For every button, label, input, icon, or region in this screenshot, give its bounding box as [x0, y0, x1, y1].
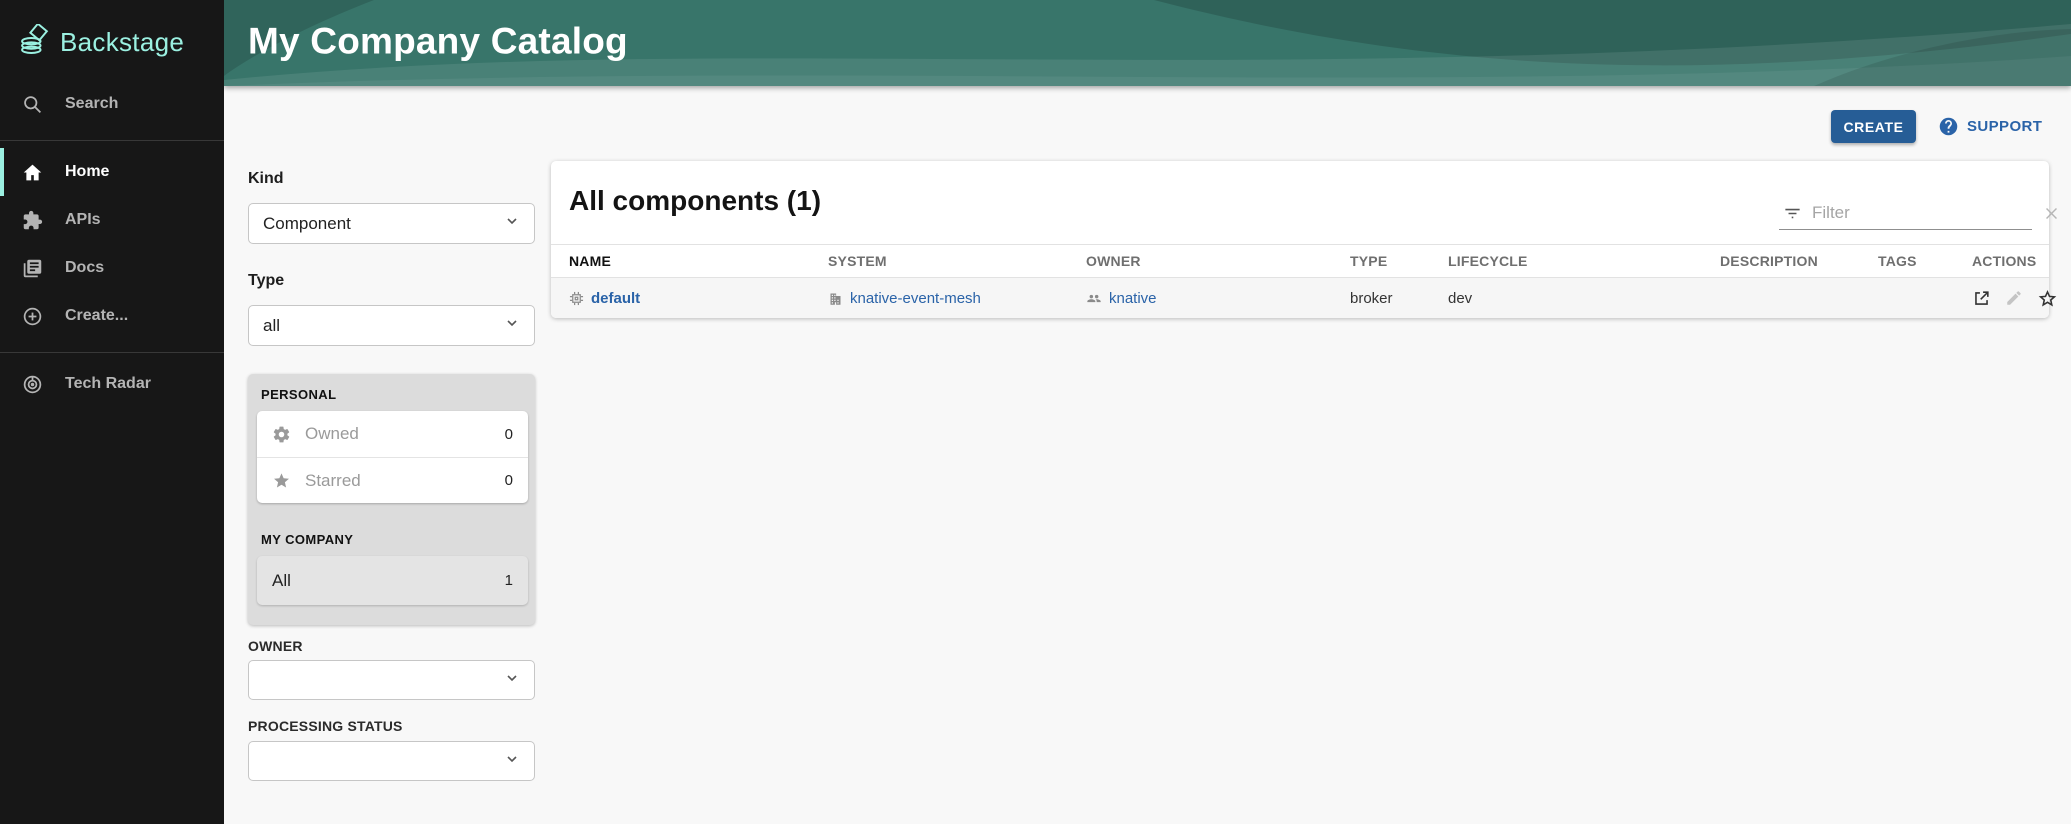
- support-button[interactable]: SUPPORT: [1938, 112, 2042, 140]
- table-row: default knative-event-mesh: [551, 278, 2049, 318]
- filter-starred-count: 0: [505, 472, 513, 489]
- column-header-system[interactable]: SYSTEM: [828, 253, 1086, 269]
- star-border-icon[interactable]: [2037, 288, 2058, 309]
- filter-owned[interactable]: Owned 0: [257, 411, 528, 457]
- sidebar-item-docs[interactable]: Docs: [0, 244, 224, 292]
- components-table-card: All components (1) NAME SYSTEM OWNER TYP…: [551, 161, 2049, 318]
- group-icon: [1086, 290, 1102, 306]
- support-label: SUPPORT: [1967, 118, 2042, 135]
- chip-icon: [569, 291, 584, 306]
- cell-system: knative-event-mesh: [828, 290, 1086, 307]
- type-select-value: all: [263, 316, 280, 336]
- sidebar-divider: [0, 140, 224, 141]
- star-icon: [272, 471, 291, 490]
- sidebar-item-label: Docs: [65, 259, 104, 277]
- cell-owner: knative: [1086, 290, 1350, 307]
- cell-name: default: [569, 290, 828, 307]
- close-icon[interactable]: [2043, 205, 2060, 222]
- create-button[interactable]: CREATE: [1831, 110, 1916, 143]
- sidebar-item-search[interactable]: Search: [0, 80, 224, 128]
- cell-lifecycle: dev: [1448, 290, 1720, 307]
- sidebar-item-label: Tech Radar: [65, 375, 151, 393]
- building-icon: [828, 291, 843, 306]
- column-header-description[interactable]: DESCRIPTION: [1720, 253, 1878, 269]
- system-link[interactable]: knative-event-mesh: [850, 290, 981, 307]
- chevron-down-icon: [504, 751, 520, 772]
- sidebar-item-label: APIs: [65, 211, 101, 229]
- column-header-actions: ACTIONS: [1972, 253, 2036, 269]
- sidebar: Backstage Search Home: [0, 0, 224, 824]
- type-select[interactable]: all: [248, 305, 535, 346]
- puzzle-icon: [21, 209, 43, 231]
- plus-circle-icon: [21, 305, 43, 327]
- catalog-filter-card: PERSONAL Owned 0 Starred 0: [248, 374, 535, 625]
- owner-select[interactable]: [248, 660, 535, 700]
- sidebar-divider: [0, 352, 224, 353]
- table-filter-input[interactable]: [1812, 203, 2033, 223]
- chevron-down-icon: [504, 315, 520, 336]
- personal-filter-group: Owned 0 Starred 0: [257, 411, 528, 503]
- sidebar-item-apis[interactable]: APIs: [0, 196, 224, 244]
- sidebar-item-tech-radar[interactable]: Tech Radar: [0, 360, 224, 408]
- filter-all[interactable]: All 1: [257, 556, 528, 605]
- company-section-heading: MY COMPANY: [261, 532, 353, 547]
- logo-text: Backstage: [60, 27, 184, 58]
- type-filter-label: Type: [248, 272, 284, 290]
- sidebar-item-home[interactable]: Home: [0, 148, 224, 196]
- docs-icon: [21, 257, 43, 279]
- filter-starred-label: Starred: [305, 471, 361, 491]
- sidebar-item-label: Home: [65, 163, 109, 181]
- column-header-name[interactable]: NAME: [569, 253, 828, 269]
- kind-filter-label: Kind: [248, 170, 284, 188]
- chevron-down-icon: [504, 213, 520, 234]
- processing-status-select[interactable]: [248, 741, 535, 781]
- table-filter-field: [1779, 197, 2032, 230]
- filter-all-label: All: [272, 571, 291, 591]
- filter-owned-count: 0: [505, 426, 513, 443]
- owner-link[interactable]: knative: [1109, 290, 1157, 307]
- sidebar-item-create[interactable]: Create...: [0, 292, 224, 340]
- filter-owned-label: Owned: [305, 424, 359, 444]
- column-header-owner[interactable]: OWNER: [1086, 253, 1350, 269]
- open-in-new-icon[interactable]: [1972, 289, 1991, 308]
- table-header-row: NAME SYSTEM OWNER TYPE LIFECYCLE DESCRIP…: [551, 244, 2049, 278]
- backstage-logo-icon: [20, 24, 50, 61]
- column-header-type[interactable]: TYPE: [1350, 253, 1448, 269]
- gear-icon: [272, 425, 291, 444]
- search-icon: [21, 93, 43, 115]
- sidebar-item-label: Search: [65, 95, 118, 113]
- filter-starred[interactable]: Starred 0: [257, 457, 528, 503]
- backstage-logo[interactable]: Backstage: [0, 22, 184, 62]
- backstage-app: My Company Catalog Backstage Search: [0, 0, 2071, 824]
- cell-type: broker: [1350, 290, 1448, 307]
- column-header-tags[interactable]: TAGS: [1878, 253, 1972, 269]
- table-title: All components (1): [569, 185, 821, 217]
- cell-actions: [1972, 288, 2058, 309]
- help-icon: [1938, 116, 1959, 137]
- sidebar-item-label: Create...: [65, 307, 128, 325]
- filter-icon: [1783, 204, 1802, 223]
- chevron-down-icon: [504, 670, 520, 691]
- personal-section-heading: PERSONAL: [261, 387, 336, 402]
- kind-select[interactable]: Component: [248, 203, 535, 244]
- owner-filter-label: OWNER: [248, 638, 303, 654]
- page-header: My Company Catalog: [224, 0, 2071, 86]
- kind-select-value: Component: [263, 214, 351, 234]
- page-title: My Company Catalog: [248, 20, 628, 62]
- column-header-lifecycle[interactable]: LIFECYCLE: [1448, 253, 1720, 269]
- home-icon: [21, 161, 43, 183]
- edit-icon[interactable]: [2005, 289, 2023, 307]
- tech-radar-icon: [21, 373, 43, 395]
- entity-link[interactable]: default: [591, 290, 640, 307]
- filter-all-count: 1: [505, 572, 513, 589]
- processing-status-filter-label: PROCESSING STATUS: [248, 718, 403, 734]
